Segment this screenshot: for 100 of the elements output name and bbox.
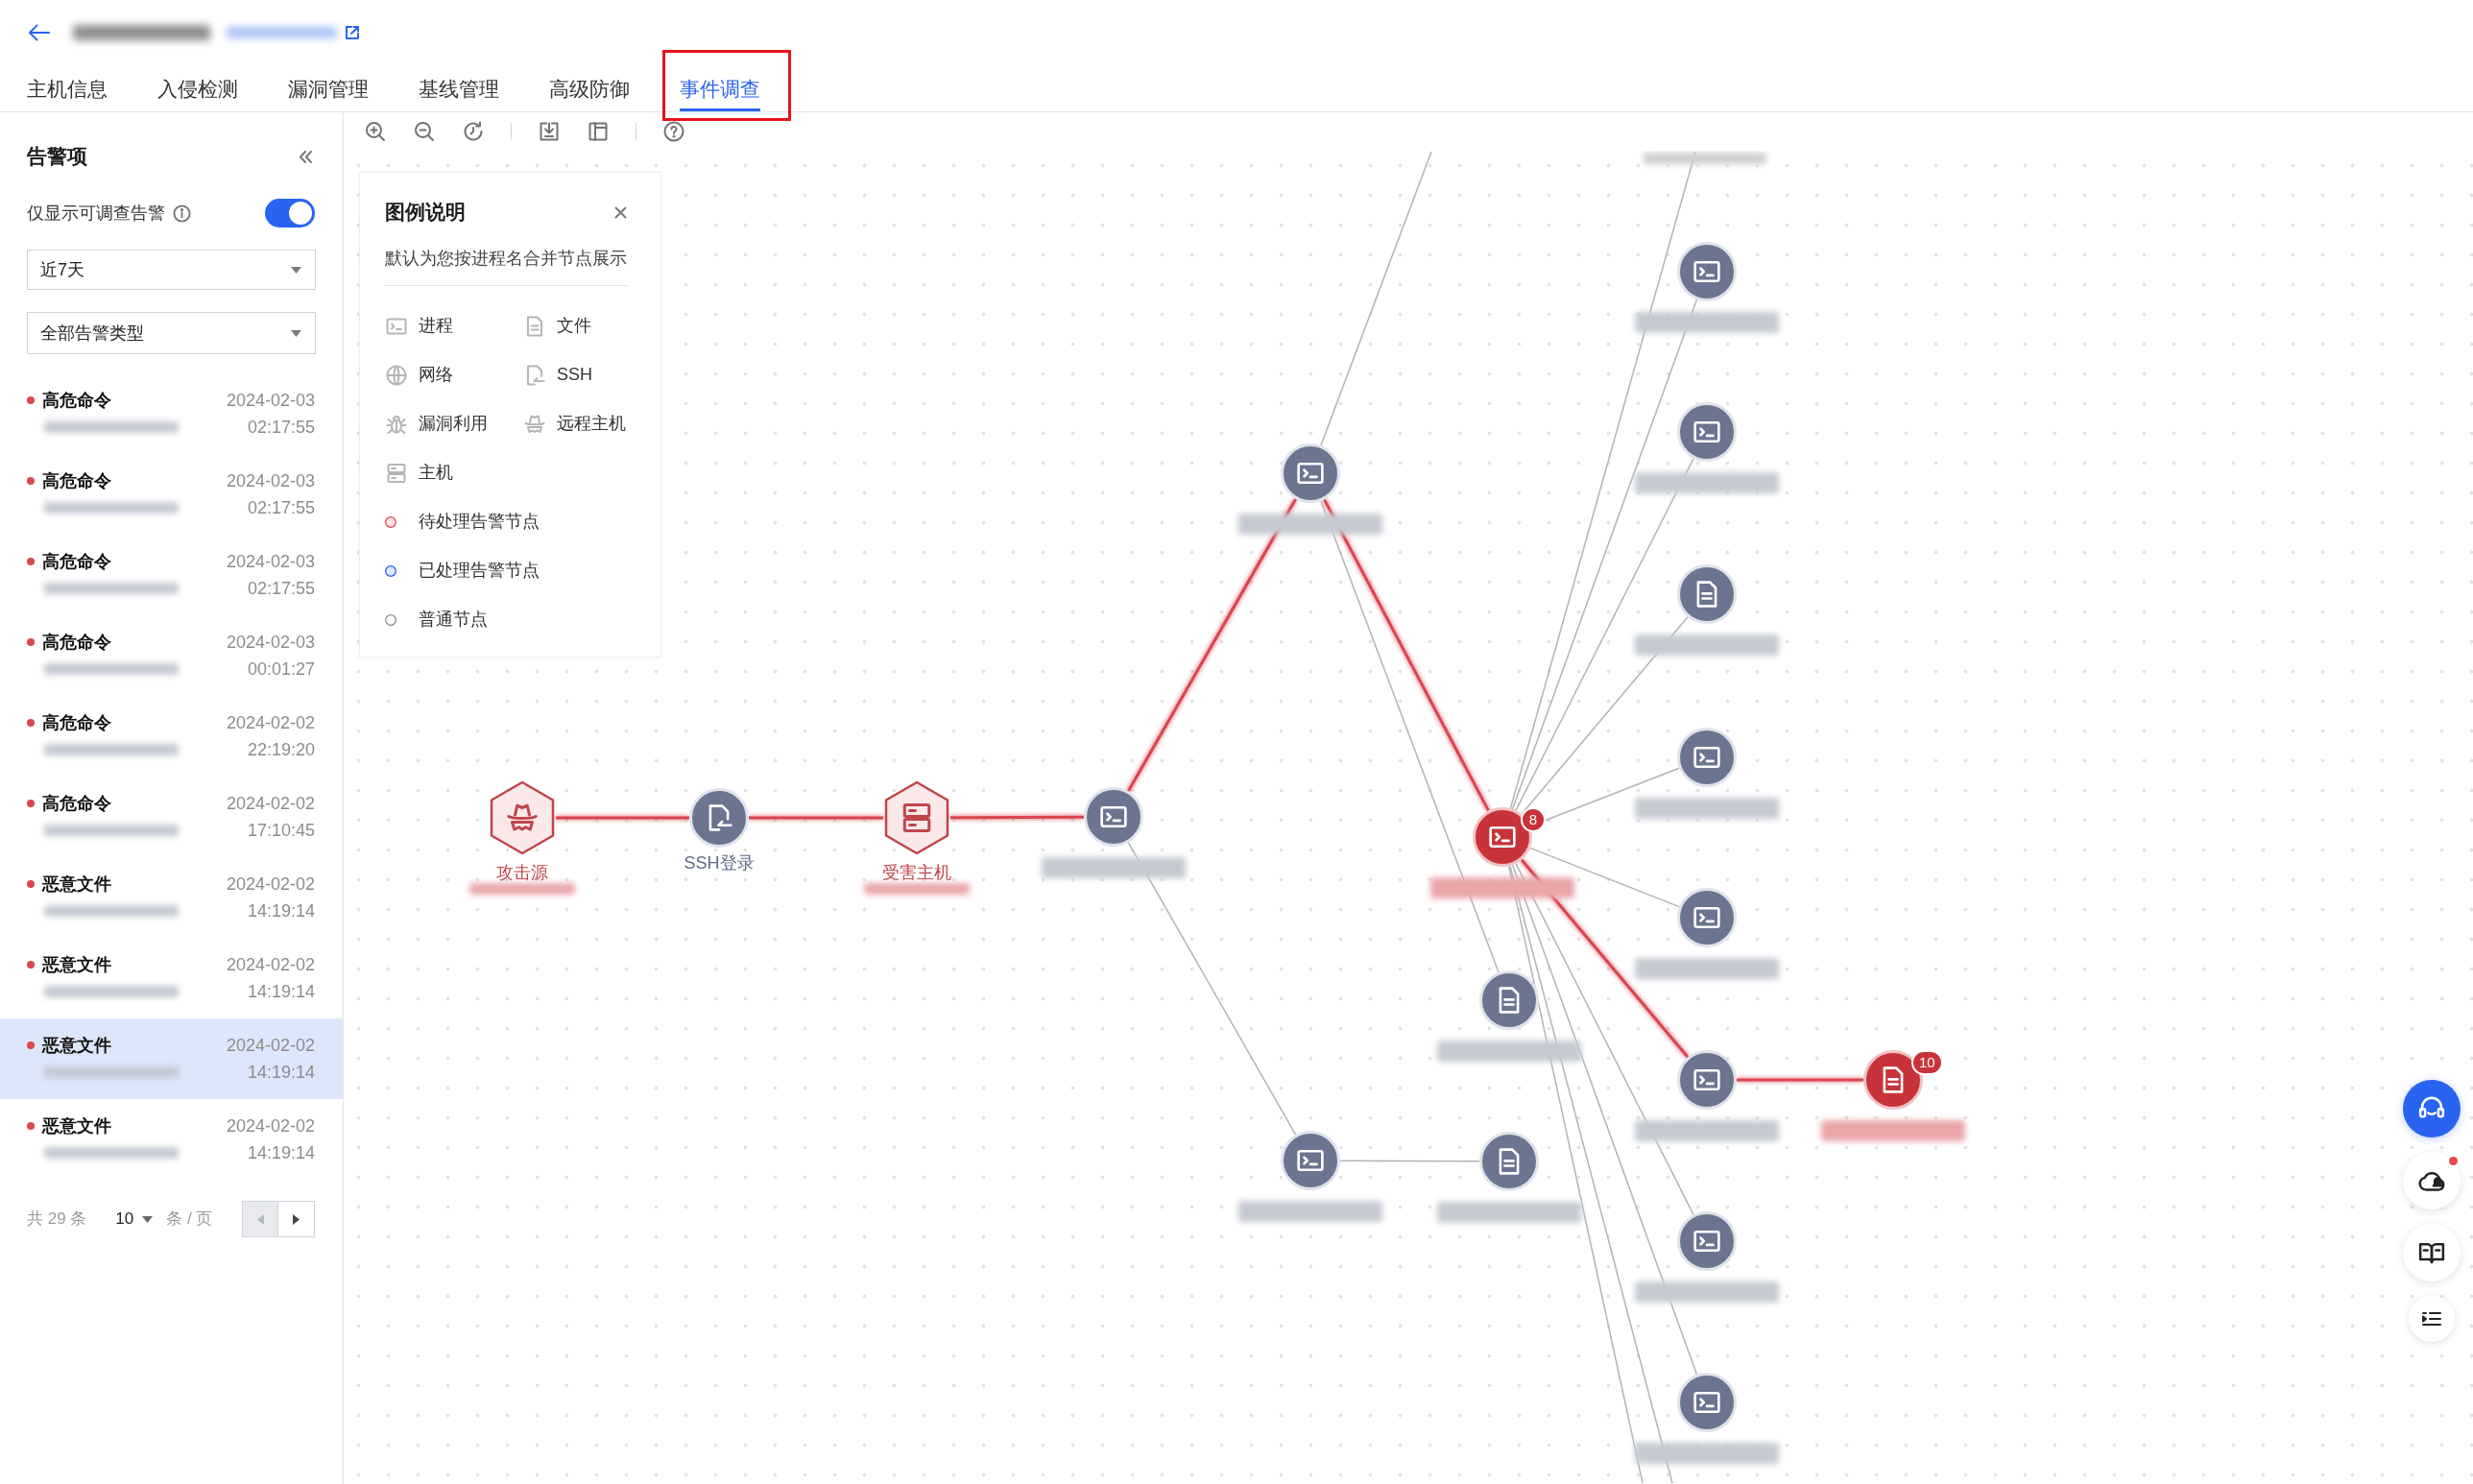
docs-button[interactable] (2403, 1224, 2461, 1281)
process-node[interactable] (1677, 1050, 1737, 1110)
alert-item[interactable]: 恶意文件 2024-02-02 14:19:14 (0, 1018, 343, 1099)
legend-label: 主机 (419, 462, 453, 484)
alert-type-select[interactable]: 全部告警类型 (27, 312, 316, 354)
alert-title: 高危命令 (42, 792, 111, 815)
alert-time: 14:19:14 (247, 981, 315, 1003)
caret-icon (291, 329, 301, 337)
document-icon (1499, 987, 1520, 1014)
close-icon[interactable] (614, 205, 627, 219)
tab[interactable]: 基线管理 (419, 71, 499, 111)
alert-title: 高危命令 (42, 469, 111, 492)
legend-label: 文件 (557, 315, 591, 337)
count-badge: 8 (1521, 807, 1546, 832)
toggle-switch[interactable] (265, 199, 315, 227)
notification-dot-icon (2449, 1157, 2458, 1165)
document-icon (1696, 581, 1717, 608)
legend-label: SSH (557, 364, 592, 386)
process-node[interactable] (1677, 728, 1737, 787)
zoom-in-icon[interactable] (364, 120, 387, 143)
panel-title: 告警项 (27, 144, 87, 170)
alert-title: 高危命令 (42, 389, 111, 412)
process-node[interactable] (1677, 888, 1737, 947)
terminal-icon (1693, 420, 1720, 443)
status-dot-icon (27, 1041, 35, 1049)
process-node[interactable] (1677, 402, 1737, 462)
page-size-unit: 条 / 页 (166, 1209, 213, 1231)
status-dot-icon (27, 558, 35, 565)
help-icon[interactable] (662, 120, 685, 143)
process-node[interactable] (1281, 1131, 1340, 1190)
terminal-icon (1693, 1068, 1720, 1091)
tab[interactable]: 漏洞管理 (288, 71, 369, 111)
legend-description: 默认为您按进程名合并节点展示 (385, 248, 627, 270)
terminal-icon (1693, 1230, 1720, 1253)
caret-icon (142, 1215, 154, 1223)
legend-label: 已处理告警节点 (419, 560, 540, 582)
zoom-out-icon[interactable] (413, 120, 436, 143)
process-node[interactable] (1677, 1373, 1737, 1432)
info-icon[interactable] (173, 203, 191, 223)
node-label: 攻击源 (496, 862, 548, 884)
terminal-icon (1489, 826, 1516, 849)
alert-time: 14:19:14 (247, 1062, 315, 1084)
tab[interactable]: 事件调查 (680, 71, 760, 111)
file-node[interactable] (1479, 970, 1539, 1030)
alert-time: 02:17:55 (247, 497, 315, 519)
node-label: 受害主机 (882, 862, 951, 884)
status-dot-icon (27, 800, 35, 807)
file-node[interactable] (1677, 564, 1737, 624)
file-node[interactable] (1479, 1132, 1539, 1191)
host-node[interactable] (883, 780, 950, 855)
attacker-node[interactable] (489, 780, 556, 855)
notification-button[interactable] (2403, 1152, 2461, 1209)
legend-label: 网络 (419, 364, 453, 386)
status-dot-icon (27, 880, 35, 888)
alert-date: 2024-02-02 (226, 712, 315, 734)
outline-button[interactable] (2409, 1296, 2455, 1342)
legend-label: 远程主机 (557, 413, 626, 435)
alert-title: 恶意文件 (42, 953, 111, 976)
alert-time: 02:17:55 (247, 578, 315, 600)
terminal-icon (1100, 805, 1127, 828)
download-icon[interactable] (538, 120, 561, 143)
alert-title: 高危命令 (42, 631, 111, 654)
status-dot-icon (385, 613, 396, 626)
panel-layout-icon[interactable] (587, 120, 610, 143)
count-badge: 10 (1911, 1050, 1943, 1075)
back-icon[interactable] (28, 23, 51, 42)
alert-date: 2024-02-02 (226, 793, 315, 815)
alert-title: 高危命令 (42, 711, 111, 734)
status-dot-icon (27, 961, 35, 969)
alert-title: 高危命令 (42, 550, 111, 573)
tab[interactable]: 主机信息 (27, 71, 108, 111)
document-icon (1883, 1066, 1904, 1093)
collapse-icon[interactable] (299, 150, 313, 163)
process-node[interactable] (1677, 242, 1737, 301)
page-size-select[interactable]: 10 (115, 1207, 154, 1232)
tab[interactable]: 入侵检测 (157, 71, 238, 111)
alert-date: 2024-02-03 (226, 390, 315, 412)
terminal-icon (1693, 906, 1720, 929)
status-dot-icon (27, 396, 35, 404)
legend-label: 普通节点 (419, 609, 488, 631)
tab[interactable]: 高级防御 (549, 71, 630, 111)
process-node[interactable] (1677, 1211, 1737, 1271)
triangle-left-icon (256, 1213, 264, 1225)
status-dot-icon (385, 515, 396, 528)
status-dot-icon (27, 719, 35, 727)
alert-time: 22:19:20 (247, 739, 315, 761)
ssh-node[interactable] (689, 788, 749, 848)
server-icon (385, 461, 408, 485)
alert-time: 14:19:14 (247, 1142, 315, 1164)
process-node[interactable] (1281, 443, 1340, 503)
legend-label: 进程 (419, 315, 453, 337)
total-count: 共 29 条 (27, 1209, 87, 1231)
process-node[interactable] (1084, 787, 1143, 847)
time-range-select[interactable]: 近7天 (27, 250, 316, 290)
support-button[interactable] (2403, 1080, 2461, 1137)
toggle-label: 仅显示可调查告警 (27, 202, 165, 225)
reset-icon[interactable] (462, 120, 485, 143)
next-page-button[interactable] (278, 1201, 315, 1237)
external-link-icon[interactable] (345, 25, 360, 40)
alert-time: 02:17:55 (247, 417, 315, 439)
